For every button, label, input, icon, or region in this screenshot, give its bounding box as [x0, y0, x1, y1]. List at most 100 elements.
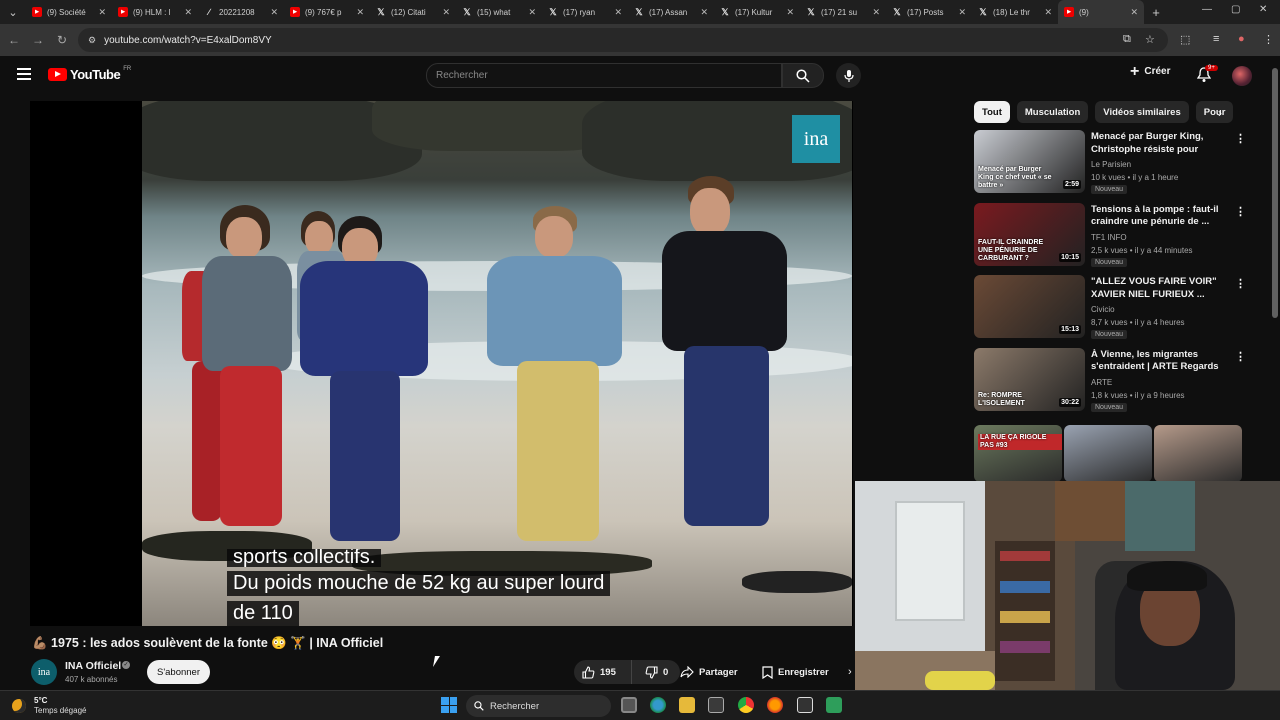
tab-close-icon[interactable]: ✕	[872, 7, 880, 18]
video-thumbnail[interactable]: Re: ROMPRE L'ISOLEMENT 30:22	[974, 347, 1085, 411]
browser-tab[interactable]: ▶ (9) 767€ p ✕	[284, 0, 370, 24]
edge-icon[interactable]	[650, 697, 666, 713]
share-button[interactable]: Partager	[671, 660, 749, 684]
more-options-icon[interactable]: ⋮	[1235, 205, 1246, 218]
tab-close-icon[interactable]: ✕	[614, 7, 622, 18]
tab-search-icon[interactable]: ⌄	[0, 0, 26, 24]
browser-tab[interactable]: 𝕏 (17) ryan ✕	[542, 0, 628, 24]
dislike-button[interactable]: 0	[637, 660, 668, 684]
browser-tab[interactable]: 𝕏 (17) Kultur ✕	[714, 0, 800, 24]
chrome-icon[interactable]	[738, 697, 754, 713]
video-thumbnail[interactable]: 15:13	[974, 275, 1085, 338]
subscribe-button[interactable]: S'abonner	[147, 660, 210, 684]
recommended-channel[interactable]: ARTE	[1091, 378, 1112, 387]
profile-icon[interactable]: ●	[1238, 33, 1245, 45]
video-thumbnail[interactable]: Menacé par Burger King ce chef veut « se…	[974, 130, 1085, 193]
minimize-icon[interactable]: —	[1202, 4, 1212, 15]
store-icon[interactable]	[708, 697, 724, 713]
file-explorer-icon[interactable]	[679, 697, 695, 713]
page-scrollbar[interactable]	[1272, 60, 1278, 480]
url-field[interactable]: ⚙ youtube.com/watch?v=E4xalDom8VY	[78, 28, 1168, 52]
bookmark-star-icon[interactable]: ☆	[1145, 33, 1155, 46]
tab-close-icon[interactable]: ✕	[958, 7, 966, 18]
reload-icon[interactable]: ↻	[50, 33, 74, 47]
chip-musculation[interactable]: Musculation	[1016, 101, 1089, 123]
like-button[interactable]: 195	[574, 660, 632, 684]
recommended-video[interactable]: Re: ROMPRE L'ISOLEMENT 30:22 À Vienne, les…	[974, 347, 1246, 412]
windows-start-icon[interactable]	[441, 697, 457, 713]
site-info-icon[interactable]: ⚙	[88, 35, 96, 46]
tab-close-icon[interactable]: ✕	[528, 7, 536, 18]
recommended-title[interactable]: Tensions à la pompe : faut-il craindre u…	[1091, 204, 1231, 229]
browser-menu-icon[interactable]: ⋮	[1263, 33, 1274, 46]
tab-close-icon[interactable]: ✕	[184, 7, 192, 18]
recommended-video[interactable]: FAUT-IL CRAINDRE UNE PÉNURIE DE CARBURAN…	[974, 202, 1246, 267]
short-thumbnail[interactable]: LA RUE ÇA RIGOLE PAS #93	[974, 425, 1062, 482]
recommended-title[interactable]: "ALLEZ VOUS FAIRE VOIR" XAVIER NIEL FURI…	[1091, 276, 1231, 301]
video-frame: ina sports collectifs. Du poids mouche d…	[142, 101, 852, 626]
recommended-channel[interactable]: Civicio	[1091, 305, 1115, 314]
tab-close-icon[interactable]: ✕	[1130, 7, 1138, 18]
voice-search-button[interactable]	[836, 63, 861, 88]
tab-close-icon[interactable]: ✕	[1044, 7, 1052, 18]
more-options-icon[interactable]: ⋮	[1235, 277, 1246, 290]
tab-close-icon[interactable]: ✕	[700, 7, 708, 18]
new-tab-button[interactable]: +	[1144, 5, 1168, 20]
tab-close-icon[interactable]: ✕	[786, 7, 794, 18]
install-app-icon[interactable]: ⧉	[1123, 33, 1131, 46]
tab-close-icon[interactable]: ✕	[356, 7, 364, 18]
short-thumbnail[interactable]	[1154, 425, 1242, 482]
close-window-icon[interactable]: ✕	[1259, 4, 1267, 15]
more-options-icon[interactable]: ⋮	[1235, 350, 1246, 363]
recommended-title[interactable]: Menacé par Burger King, Christophe résis…	[1091, 131, 1231, 157]
firefox-icon[interactable]	[767, 697, 783, 713]
recommended-video[interactable]: Menacé par Burger King ce chef veut « se…	[974, 130, 1246, 194]
video-player[interactable]: ina sports collectifs. Du poids mouche d…	[30, 101, 853, 626]
tab-close-icon[interactable]: ✕	[270, 7, 278, 18]
capcut-icon[interactable]	[797, 697, 813, 713]
chip-all[interactable]: Tout	[974, 101, 1010, 123]
video-thumbnail[interactable]: FAUT-IL CRAINDRE UNE PÉNURIE DE CARBURAN…	[974, 202, 1085, 266]
app-green-icon[interactable]	[826, 697, 842, 713]
search-button[interactable]	[782, 63, 824, 88]
browser-tab[interactable]: 𝕏 (17) Assan ✕	[628, 0, 714, 24]
tab-close-icon[interactable]: ✕	[98, 7, 106, 18]
account-avatar[interactable]	[1232, 66, 1252, 86]
chevron-right-icon[interactable]: ›	[1218, 106, 1222, 120]
forward-icon[interactable]: →	[26, 33, 50, 47]
more-options-icon[interactable]: ⋮	[1235, 132, 1246, 145]
chip-for-you[interactable]: Pour	[1195, 101, 1234, 123]
short-thumbnail[interactable]	[1064, 425, 1152, 482]
recommended-video[interactable]: 15:13 "ALLEZ VOUS FAIRE VOIR" XAVIER NIEL…	[974, 275, 1246, 339]
taskbar-search[interactable]: Rechercher	[466, 695, 611, 717]
recommended-channel[interactable]: TF1 INFO	[1091, 233, 1127, 242]
extensions-icon[interactable]: ⬚	[1180, 33, 1190, 46]
browser-tab[interactable]: 𝕏 (12) Citati ✕	[370, 0, 456, 24]
browser-tab[interactable]: 𝕏 (17) 21 su ✕	[800, 0, 886, 24]
weather-moon-icon[interactable]	[12, 699, 26, 713]
chip-similar-videos[interactable]: Vidéos similaires	[1095, 101, 1189, 123]
channel-name[interactable]: INA Officiel	[65, 660, 121, 672]
back-icon[interactable]: ←	[2, 33, 26, 47]
task-view-icon[interactable]	[621, 697, 637, 713]
browser-tab[interactable]: ▶ (9) ✕	[1058, 0, 1144, 24]
scrollbar-thumb[interactable]	[1272, 68, 1278, 318]
create-button[interactable]: + Créer	[1130, 63, 1170, 79]
browser-tab[interactable]: ∕ 20221208 ✕	[198, 0, 284, 24]
menu-icon[interactable]	[17, 68, 31, 80]
browser-tab[interactable]: 𝕏 (15) what ✕	[456, 0, 542, 24]
media-control-icon[interactable]: ≡	[1213, 33, 1219, 45]
browser-tab[interactable]: ▶ (9) Société ✕	[26, 0, 112, 24]
search-input[interactable]: Rechercher	[426, 63, 782, 88]
youtube-logo[interactable]: YouTube FR	[48, 66, 131, 82]
browser-tab[interactable]: 𝕏 (18) Le thr ✕	[972, 0, 1058, 24]
recommended-channel[interactable]: Le Parisien	[1091, 160, 1131, 169]
browser-tab[interactable]: 𝕏 (17) Posts ✕	[886, 0, 972, 24]
more-actions-icon[interactable]: ›	[848, 666, 852, 678]
channel-avatar[interactable]: ina	[31, 659, 57, 685]
recommended-title[interactable]: À Vienne, les migrantes s'entraident | A…	[1091, 349, 1231, 374]
browser-tab[interactable]: ▶ (9) HLM : l ✕	[112, 0, 198, 24]
tab-close-icon[interactable]: ✕	[442, 7, 450, 18]
maximize-icon[interactable]: ▢	[1231, 4, 1240, 15]
save-button[interactable]: Enregistrer	[753, 660, 839, 684]
